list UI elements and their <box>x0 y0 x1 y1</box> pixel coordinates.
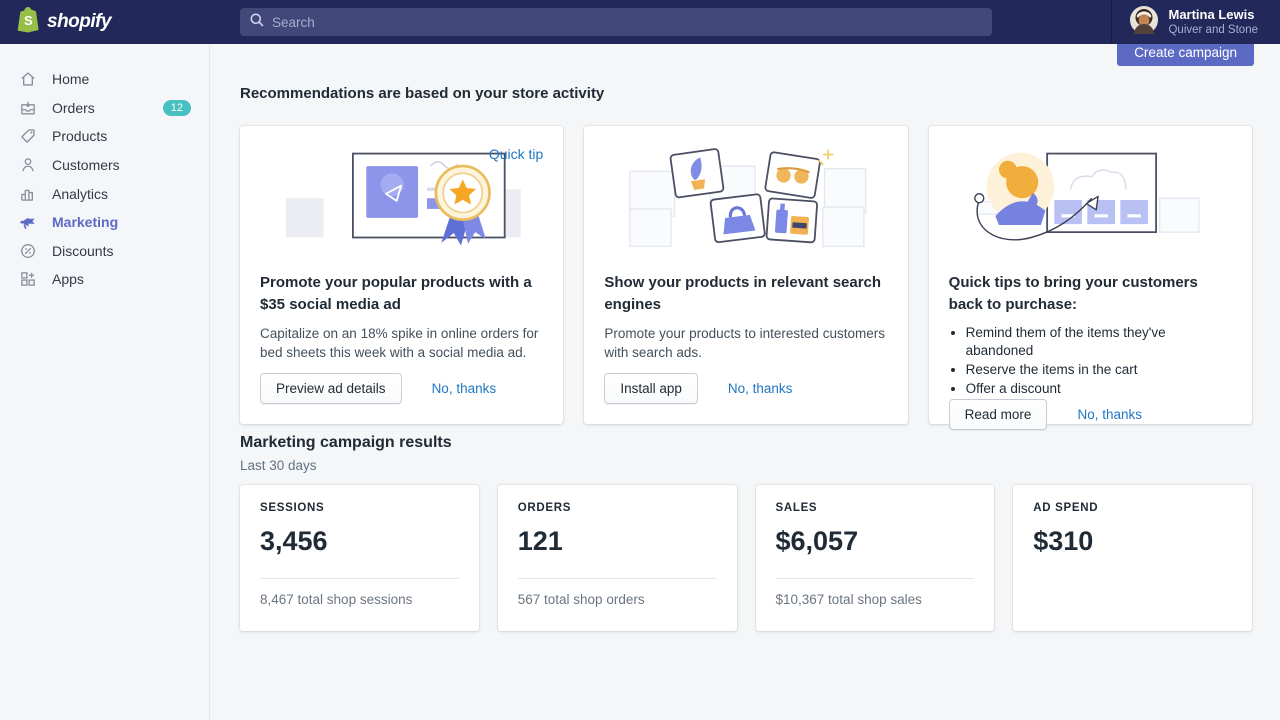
sidebar-item-label: Marketing <box>52 214 118 230</box>
shopify-bag-icon: S <box>16 6 40 38</box>
shopify-admin: Marketing Create campaign S shopify <box>0 0 1280 720</box>
metric-card-orders: ORDERS 121 567 total shop orders <box>498 485 737 631</box>
bullet-item: Remind them of the items they've abandon… <box>966 324 1232 362</box>
products-icon <box>18 126 38 146</box>
read-more-button[interactable]: Read more <box>949 399 1048 430</box>
sidebar-item-label: Products <box>52 128 107 144</box>
metric-value: 121 <box>518 526 717 557</box>
sidebar-item-apps[interactable]: Apps <box>0 265 209 294</box>
campaign-results-range: Last 30 days <box>240 458 317 473</box>
sidebar-item-label: Apps <box>52 271 84 287</box>
orders-count-badge: 12 <box>163 100 191 116</box>
store-name: Quiver and Stone <box>1168 23 1258 37</box>
bullet-item: Offer a discount <box>966 380 1232 399</box>
sidebar-item-home[interactable]: Home <box>0 65 209 94</box>
recommendation-card-search-ads: Show your products in relevant search en… <box>584 126 907 424</box>
avatar <box>1130 6 1158 39</box>
svg-text:S: S <box>24 13 33 28</box>
sidebar-item-label: Discounts <box>52 243 113 259</box>
sidebar: Home Orders 12 Products Customers Anal <box>0 44 210 720</box>
metric-value: $6,057 <box>776 526 975 557</box>
sidebar-item-customers[interactable]: Customers <box>0 151 209 180</box>
marketing-megaphone-icon <box>18 212 38 232</box>
apps-icon <box>18 269 38 289</box>
card-title: Quick tips to bring your customers back … <box>949 272 1232 316</box>
card-body: Capitalize on an 18% spike in online ord… <box>260 324 543 363</box>
sidebar-item-label: Customers <box>52 157 120 173</box>
topbar: S shopify Martina Lewis <box>0 0 1280 44</box>
user-menu[interactable]: Martina Lewis Quiver and Stone <box>1111 0 1280 44</box>
quick-tip-link[interactable]: Quick tip <box>489 146 543 162</box>
divider <box>776 578 975 579</box>
sidebar-item-label: Analytics <box>52 186 108 202</box>
recommendation-card-abandoned-cart: Quick tips to bring your customers back … <box>929 126 1252 424</box>
discounts-icon <box>18 241 38 261</box>
no-thanks-link[interactable]: No, thanks <box>432 381 497 396</box>
home-icon <box>18 69 38 89</box>
metric-card-sales: SALES $6,057 $10,367 total shop sales <box>756 485 995 631</box>
card-bullet-list: Remind them of the items they've abandon… <box>966 324 1232 400</box>
sidebar-item-products[interactable]: Products <box>0 122 209 151</box>
analytics-icon <box>18 184 38 204</box>
user-name: Martina Lewis <box>1168 7 1258 23</box>
recommendation-cards: Quick tip <box>240 126 1252 424</box>
search-ads-illustration <box>604 144 887 256</box>
metric-card-sessions: SESSIONS 3,456 8,467 total shop sessions <box>240 485 479 631</box>
install-app-button[interactable]: Install app <box>604 373 698 404</box>
sidebar-item-analytics[interactable]: Analytics <box>0 179 209 208</box>
shopify-logo[interactable]: S shopify <box>16 0 111 44</box>
metric-value: 3,456 <box>260 526 459 557</box>
sidebar-item-label: Orders <box>52 100 95 116</box>
search-icon <box>250 13 264 32</box>
metric-subtext: 8,467 total shop sessions <box>260 592 459 607</box>
search-input[interactable] <box>272 15 982 30</box>
search-bar[interactable] <box>240 8 992 36</box>
metric-subtext: 567 total shop orders <box>518 592 717 607</box>
metric-card-ad-spend: AD SPEND $310 <box>1013 485 1252 631</box>
no-thanks-link[interactable]: No, thanks <box>1077 407 1142 422</box>
shopify-wordmark: shopify <box>47 11 111 33</box>
campaign-results-heading: Marketing campaign results <box>240 434 452 452</box>
preview-ad-details-button[interactable]: Preview ad details <box>260 373 402 404</box>
metric-label: ORDERS <box>518 502 717 514</box>
sidebar-item-orders[interactable]: Orders 12 <box>0 94 209 123</box>
card-title: Promote your popular products with a $35… <box>260 272 543 316</box>
orders-icon <box>18 98 38 118</box>
metric-value: $310 <box>1033 526 1232 557</box>
sidebar-item-label: Home <box>52 71 89 87</box>
card-title: Show your products in relevant search en… <box>604 272 887 316</box>
recommendation-card-social-ad: Quick tip <box>240 126 563 424</box>
metric-label: SESSIONS <box>260 502 459 514</box>
metric-subtext: $10,367 total shop sales <box>776 592 975 607</box>
card-body: Promote your products to interested cust… <box>604 324 887 363</box>
customers-back-illustration <box>949 144 1232 256</box>
sidebar-item-marketing[interactable]: Marketing <box>0 208 209 237</box>
sidebar-item-discounts[interactable]: Discounts <box>0 237 209 266</box>
divider <box>518 578 717 579</box>
recommendations-heading: Recommendations are based on your store … <box>240 85 604 102</box>
divider <box>260 578 459 579</box>
metric-label: SALES <box>776 502 975 514</box>
metric-label: AD SPEND <box>1033 502 1232 514</box>
bullet-item: Reserve the items in the cart <box>966 361 1232 380</box>
customers-icon <box>18 155 38 175</box>
metrics-row: SESSIONS 3,456 8,467 total shop sessions… <box>240 485 1252 631</box>
no-thanks-link[interactable]: No, thanks <box>728 381 793 396</box>
